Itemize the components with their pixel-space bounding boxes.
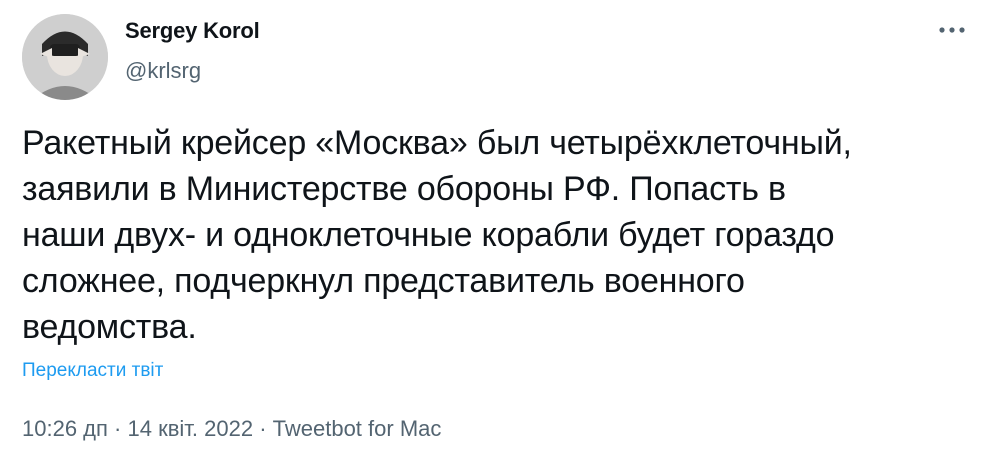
tweet-text: Ракетный крейсер «Москва» был четырёхкле… (22, 124, 852, 346)
tweet-metadata: 10:26 дп · 14 квіт. 2022 · Tweetbot for … (22, 416, 441, 442)
tweet-source[interactable]: Tweetbot for Mac (273, 416, 442, 441)
translate-tweet-link[interactable]: Перекласти твіт (22, 360, 163, 382)
separator: · (107, 416, 128, 441)
tweet-date[interactable]: 14 квіт. 2022 (127, 416, 253, 441)
separator: · (253, 416, 273, 441)
display-name[interactable]: Sergey Korol (125, 18, 260, 44)
more-options-icon[interactable] (930, 20, 978, 40)
user-avatar-icon (22, 14, 108, 100)
user-handle[interactable]: @krlsrg (125, 58, 201, 84)
avatar[interactable] (22, 14, 108, 100)
tweet-time[interactable]: 10:26 дп (22, 416, 108, 441)
tweet-card: Sergey Korol @krlsrg Ракетный крейсер «М… (0, 0, 1000, 461)
